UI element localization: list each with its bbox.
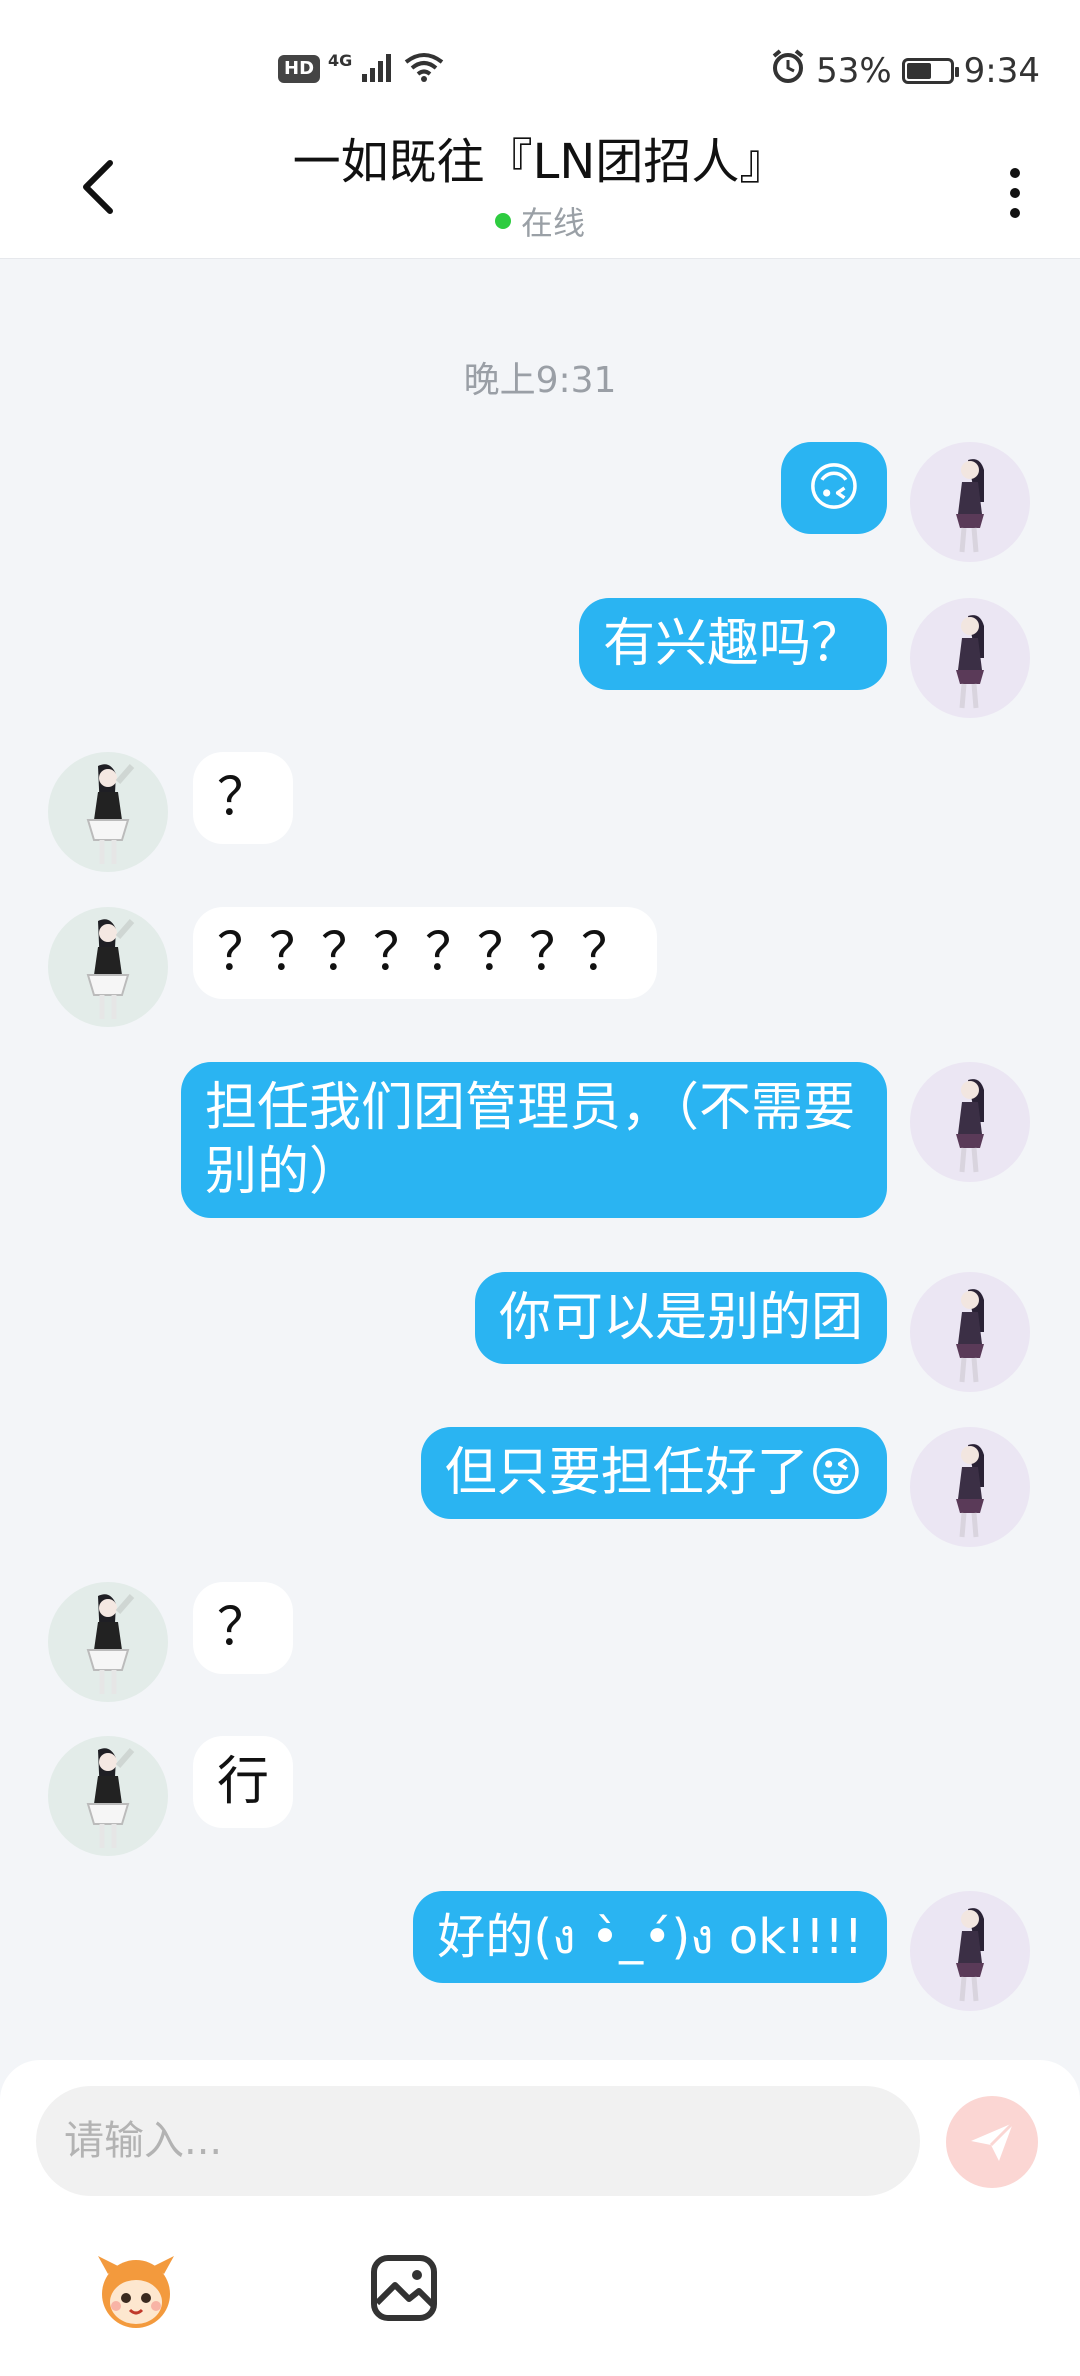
- contact-avatar[interactable]: [48, 752, 168, 872]
- avatar-girl-icon: [956, 459, 984, 553]
- paper-plane-icon: [971, 2121, 1015, 2161]
- chat-header: 一如既往『LN团招人』 在线: [0, 130, 1080, 259]
- more-options-button[interactable]: [990, 158, 1040, 228]
- message-bubble-sent[interactable]: 但只要担任好了😜: [420, 1427, 887, 1519]
- message-bubble-received[interactable]: 行: [193, 1736, 294, 1828]
- message-bubble-received[interactable]: ？: [193, 1582, 294, 1674]
- my-avatar[interactable]: [910, 442, 1030, 562]
- message-bubble-sent[interactable]: 🙃: [780, 442, 887, 534]
- avatar-girl-icon: [86, 919, 135, 1019]
- avatar-girl-icon: [956, 1444, 984, 1538]
- my-avatar[interactable]: [910, 1427, 1030, 1547]
- emoji-button[interactable]: [86, 2238, 186, 2338]
- image-icon: [371, 2255, 437, 2321]
- wifi-icon: [404, 52, 444, 86]
- avatar-girl-icon: [956, 615, 984, 709]
- alarm-icon: [770, 48, 806, 93]
- message-input[interactable]: 请输入...: [36, 2086, 920, 2196]
- online-status-label: 在线: [520, 204, 585, 242]
- my-avatar[interactable]: [910, 598, 1030, 718]
- avatar-girl-icon: [956, 1289, 984, 1383]
- network-type: 4G: [328, 50, 353, 70]
- chat-title: 一如既往『LN团招人』: [292, 134, 788, 190]
- signal-icon: [360, 52, 396, 86]
- online-status: 在线: [0, 198, 1080, 244]
- status-left: HD 4G: [278, 50, 444, 86]
- message-bubble-sent[interactable]: 好的(ง •̀_•́)ง ok!!!!: [413, 1891, 887, 1983]
- status-time: 9:34: [963, 50, 1040, 91]
- hd-badge: HD: [278, 55, 321, 83]
- more-dot: [1010, 208, 1020, 218]
- avatar-girl-icon: [956, 1908, 984, 2002]
- contact-avatar[interactable]: [48, 907, 168, 1027]
- battery-fill: [906, 62, 932, 79]
- message-bubble-received[interactable]: ？: [193, 752, 294, 844]
- my-avatar[interactable]: [910, 1062, 1030, 1182]
- message-timestamp: 晚上9:31: [463, 360, 617, 401]
- online-dot-icon: [494, 213, 511, 229]
- emoji-mascot-icon: [98, 2256, 174, 2328]
- message-bubble-sent[interactable]: 有兴趣吗？: [578, 598, 887, 690]
- battery-percent: 53%: [816, 50, 892, 91]
- composer: 请输入...: [0, 2060, 1080, 2376]
- battery-icon: [901, 57, 959, 84]
- contact-avatar[interactable]: [48, 1582, 168, 1702]
- avatar-girl-icon: [956, 1079, 984, 1173]
- more-dot: [1010, 188, 1020, 198]
- status-bar: HD 4G 53% 9:34: [0, 0, 1080, 130]
- my-avatar[interactable]: [910, 1891, 1030, 2011]
- my-avatar[interactable]: [910, 1272, 1030, 1392]
- avatar-girl-icon: [86, 764, 135, 864]
- contact-avatar[interactable]: [48, 1736, 168, 1856]
- message-bubble-received[interactable]: ？？？？？？？？: [193, 907, 658, 999]
- avatar-girl-icon: [86, 1748, 135, 1848]
- send-button[interactable]: [946, 2096, 1038, 2188]
- status-right: 53% 9:34: [770, 48, 1040, 93]
- avatar-girl-icon: [86, 1594, 135, 1694]
- message-list[interactable]: 晚上9:31 🙃 有兴趣吗？ ？ ？？？？？？？？ 担任我们团管理员，（不需要别…: [0, 259, 1080, 2059]
- image-button[interactable]: [354, 2238, 454, 2338]
- more-dot: [1010, 168, 1020, 178]
- message-bubble-sent[interactable]: 你可以是别的团: [474, 1272, 887, 1364]
- message-bubble-sent[interactable]: 担任我们团管理员，（不需要别的）: [181, 1062, 887, 1218]
